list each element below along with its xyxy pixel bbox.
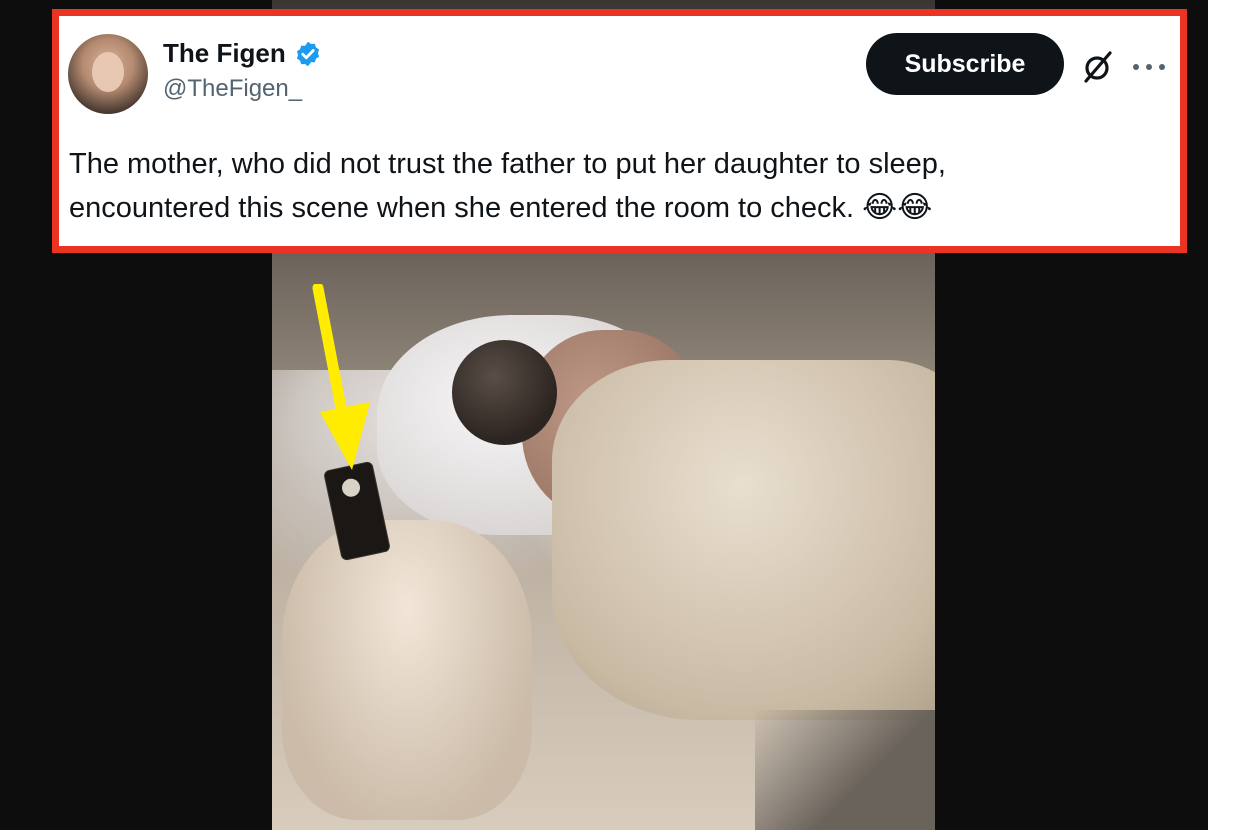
handle[interactable]: @TheFigen_ [163, 75, 322, 103]
bed-corner [755, 710, 935, 830]
tweet-text-line-1: The mother, who did not trust the father… [69, 148, 946, 180]
name-row: The Figen [163, 38, 322, 69]
tweet-text: The mother, who did not trust the father… [69, 142, 1169, 230]
blanket [552, 360, 935, 720]
avatar[interactable] [68, 34, 148, 114]
down-arrow-icon [312, 284, 370, 470]
more-icon[interactable] [1131, 62, 1167, 72]
father-head [452, 340, 557, 445]
laughing-emoji: 😂😂 [862, 190, 933, 225]
subscribe-button[interactable]: Subscribe [866, 33, 1064, 95]
verified-badge-icon [296, 41, 319, 66]
baby [282, 520, 532, 820]
tweet-text-line-2: encountered this scene when she entered … [69, 186, 1169, 230]
tweet-text-line-2-text: encountered this scene when she entered … [69, 192, 855, 224]
display-name[interactable]: The Figen [163, 38, 286, 69]
grok-icon[interactable] [1081, 50, 1115, 84]
page-margin [1208, 0, 1245, 830]
avatar-face [92, 52, 124, 92]
tweet-card: The Figen @TheFigen_ Subscribe The mothe… [52, 9, 1187, 253]
tweet-author: The Figen @TheFigen_ [163, 38, 322, 103]
